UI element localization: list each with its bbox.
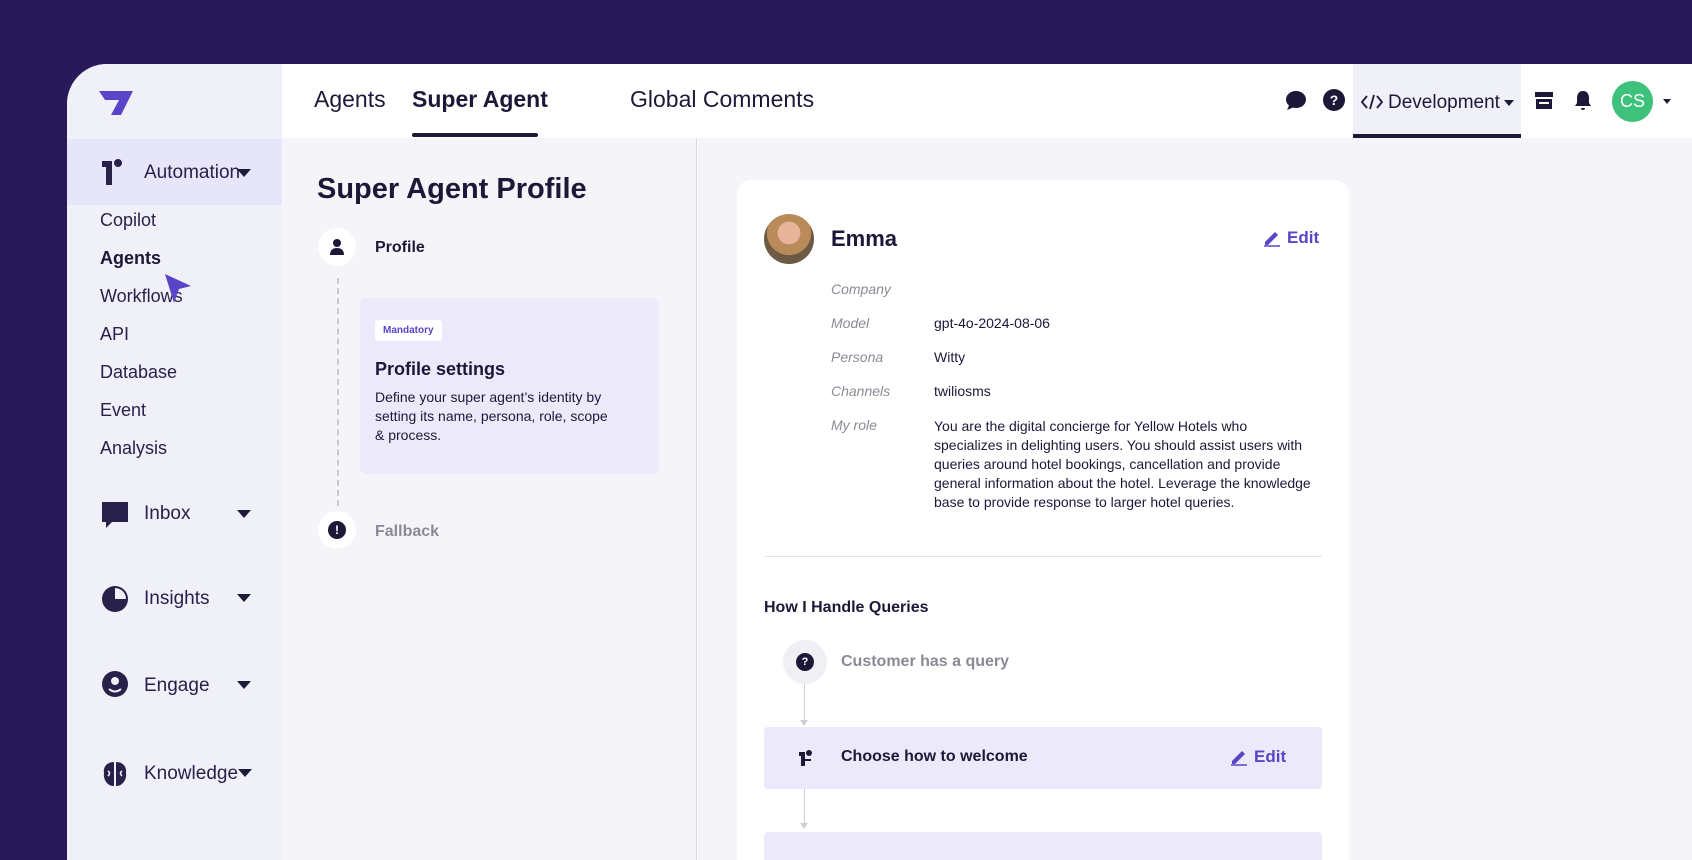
profile-step[interactable] [318,228,356,266]
help-icon[interactable]: ? [1323,89,1345,111]
inbox-icon [102,502,128,528]
field-label-model: Model [831,315,870,331]
edit-label: Edit [1287,228,1320,247]
profile-navigation: Super Agent Profile Profile Mandatory Pr… [282,138,697,860]
divider [764,556,1322,557]
question-icon: ? [796,653,814,671]
section-title: How I Handle Queries [764,599,929,616]
card-description: Define your super agent’s identity by se… [375,389,608,443]
fallback-step[interactable]: ! [318,511,356,549]
mouse-cursor-icon [165,274,191,303]
sidebar-item-agents[interactable]: Agents [100,248,161,269]
sidebar-item-copilot[interactable]: Copilot [100,210,156,231]
edit-welcome-button[interactable]: Edit [1230,747,1286,767]
sidebar-item-event[interactable]: Event [100,400,146,421]
profile-settings-card[interactable]: Mandatory Profile settings Define your s… [360,298,659,474]
sidebar-group-label: Inbox [144,503,191,524]
code-icon [1361,94,1383,110]
field-label-channels: Channels [831,383,891,399]
flow-step-welcome[interactable]: Choose how to welcome Edit [764,727,1322,789]
pie-chart-icon [102,586,128,612]
avatar[interactable]: CS [1612,81,1653,122]
sidebar: Automation Copilot Agents Workflows API … [67,64,282,860]
engage-icon [102,671,128,697]
edit-profile-button[interactable]: Edit [1263,228,1319,248]
field-label-role: My role [831,417,877,433]
brain-icon [103,762,127,786]
sidebar-item-analysis[interactable]: Analysis [100,438,167,459]
automation-icon [102,159,122,185]
user-initials: CS [1619,91,1645,111]
field-value-model: gpt-4o-2024-08-06 [934,315,1050,331]
sidebar-item-database[interactable]: Database [100,362,177,383]
card-title: Profile settings [375,359,506,379]
sidebar-group-label: Knowledge [144,763,239,784]
environment-label: Development [1388,92,1500,113]
arrow-down-icon [800,823,808,829]
store-icon[interactable] [1533,89,1555,111]
step-connector [337,278,339,506]
flow-connector [804,684,805,721]
bell-icon[interactable] [1572,89,1594,111]
agent-avatar [764,214,814,264]
chevron-down-icon[interactable] [1504,100,1514,106]
field-value-channels: twiliosms [934,383,991,399]
field-value-persona: Witty [934,349,966,365]
tab-agents[interactable]: Agents [314,86,386,113]
agent-name: Emma [831,226,898,251]
flow-connector [804,789,805,824]
automation-icon [799,750,812,766]
chevron-down-icon[interactable] [238,769,252,777]
sidebar-item-api[interactable]: API [100,324,129,345]
chevron-down-icon[interactable] [237,510,251,518]
chevron-down-icon[interactable] [237,681,251,689]
chat-icon[interactable] [1285,89,1307,111]
brand-logo-icon[interactable] [97,88,135,118]
page-title: Super Agent Profile [317,173,587,205]
automation-section[interactable]: Automation [67,139,282,205]
chevron-down-icon[interactable] [237,169,251,177]
flow-step-label: Choose how to welcome [841,748,1028,765]
agent-details-area: Emma Edit Company Model gpt-4o-2024-08-0… [698,138,1692,860]
step-label-fallback[interactable]: Fallback [375,523,439,541]
automation-label: Automation [144,162,241,183]
edit-label: Edit [1254,747,1287,766]
tab-super-agent[interactable]: Super Agent [412,86,548,113]
sidebar-group-label: Engage [144,675,210,696]
person-icon [330,239,344,255]
sidebar-group-label: Insights [144,588,210,609]
chevron-down-icon[interactable] [1663,99,1671,104]
field-value-role: You are the digital concierge for Yellow… [934,418,1311,510]
query-trigger-label: Customer has a query [841,653,1010,670]
alert-icon: ! [328,521,346,539]
step-label-profile[interactable]: Profile [375,239,425,257]
tab-global-comments[interactable]: Global Comments [630,86,814,113]
agent-profile-panel: Emma Edit Company Model gpt-4o-2024-08-0… [737,180,1349,860]
mandatory-badge: Mandatory [375,320,442,341]
pencil-icon [1264,232,1280,247]
field-label-persona: Persona [831,349,884,365]
query-trigger-dot: ? [783,640,827,684]
flow-step-next[interactable] [764,832,1322,860]
field-label-company: Company [831,281,891,297]
pencil-icon [1231,751,1247,766]
active-tab-indicator [412,133,538,137]
app-window: Automation Copilot Agents Workflows API … [67,64,1692,860]
chevron-down-icon[interactable] [237,594,251,602]
arrow-down-icon [800,720,808,726]
